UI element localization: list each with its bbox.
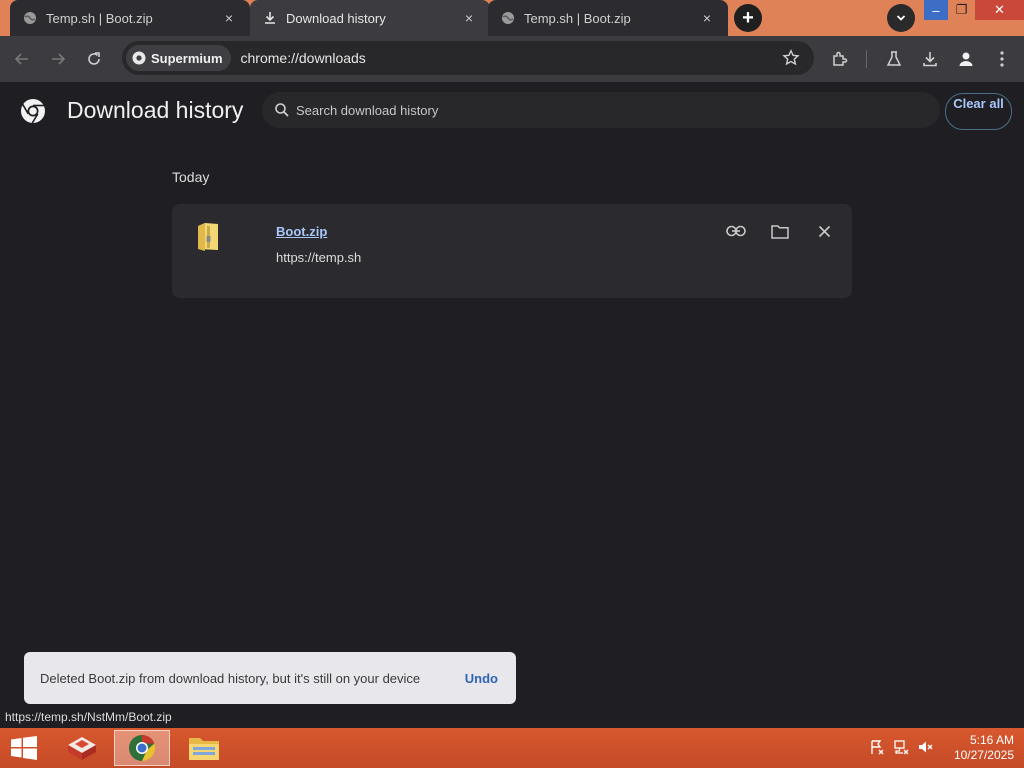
globe-icon (22, 10, 38, 26)
url-text[interactable]: chrome://downloads (241, 50, 366, 66)
system-tray (868, 738, 934, 756)
zip-folder-icon (198, 223, 218, 251)
labs-button[interactable] (878, 43, 910, 75)
toast-message: Deleted Boot.zip from download history, … (40, 670, 421, 686)
show-in-folder-button[interactable] (768, 220, 792, 242)
link-icon (726, 225, 746, 237)
downloads-button[interactable] (914, 43, 946, 75)
tab-temp-sh-2[interactable]: Temp.sh | Boot.zip × (488, 0, 728, 36)
start-button[interactable] (6, 732, 42, 764)
taskbar: 5:16 AM 10/27/2025 (0, 728, 1024, 768)
tab-title: Download history (286, 10, 386, 26)
tab-temp-sh-1[interactable]: Temp.sh | Boot.zip × (10, 0, 250, 36)
globe-icon (500, 10, 516, 26)
download-source-url: https://temp.sh (276, 250, 362, 265)
taskbar-app-supermium[interactable] (114, 730, 170, 766)
volume-muted-icon[interactable] (916, 738, 934, 756)
clear-all-button[interactable]: Clear all (945, 93, 1012, 130)
tab-title: Temp.sh | Boot.zip (46, 10, 153, 26)
search-placeholder: Search download history (296, 102, 439, 118)
reload-button[interactable] (78, 43, 110, 75)
profile-button[interactable] (950, 43, 982, 75)
folder-icon (771, 224, 789, 239)
download-icon (262, 10, 278, 26)
kebab-menu-icon (1000, 51, 1004, 67)
link-status-bubble: https://temp.sh/NstMm/Boot.zip (0, 709, 177, 727)
supermium-browser-icon (129, 734, 156, 762)
forward-arrow-icon (52, 53, 66, 65)
download-icon (923, 52, 937, 67)
toolbar-divider (866, 50, 867, 68)
tab-close-icon[interactable]: × (460, 9, 478, 27)
avatar-icon (959, 52, 973, 66)
maximize-button[interactable]: ❐ (949, 0, 974, 20)
tab-title: Temp.sh | Boot.zip (524, 10, 631, 26)
supermium-logo-icon (132, 51, 146, 65)
flask-icon (886, 51, 902, 66)
copy-link-button[interactable] (724, 220, 748, 242)
undo-toast: Deleted Boot.zip from download history, … (24, 652, 516, 704)
undo-button[interactable]: Undo (465, 671, 498, 686)
minimize-button[interactable]: – (924, 0, 948, 20)
windows-logo-icon (11, 736, 37, 760)
page-title: Download history (67, 97, 244, 123)
back-arrow-icon (14, 53, 28, 65)
date-heading: Today (172, 169, 210, 185)
reload-icon (88, 52, 100, 65)
address-bar[interactable]: Supermium chrome://downloads (122, 41, 814, 75)
network-icon[interactable] (892, 738, 910, 756)
file-transfer-app-icon (68, 737, 96, 760)
new-tab-button[interactable]: + (734, 4, 762, 32)
site-info-chip[interactable]: Supermium (126, 45, 231, 71)
close-window-button[interactable]: ✕ (975, 0, 1024, 20)
chrome-logo-icon (21, 99, 45, 124)
tab-strip: Temp.sh | Boot.zip × Download history × … (0, 0, 1024, 36)
tab-download-history[interactable]: Download history × (250, 0, 490, 36)
tab-close-icon[interactable]: × (220, 9, 238, 27)
remove-download-button[interactable] (812, 220, 836, 242)
puzzle-icon (833, 51, 848, 66)
taskbar-app-file-transfer[interactable] (54, 730, 110, 766)
tab-close-icon[interactable]: × (698, 9, 716, 27)
taskbar-clock[interactable]: 5:16 AM 10/27/2025 (954, 733, 1014, 763)
search-icon (275, 103, 289, 117)
close-icon (818, 225, 830, 237)
download-item-card: Boot.zip https://temp.sh (172, 204, 852, 298)
clock-date: 10/27/2025 (953, 748, 1014, 762)
back-button[interactable] (6, 43, 38, 75)
tab-search-button[interactable] (887, 4, 915, 32)
bookmark-star-icon[interactable] (782, 49, 800, 67)
menu-button[interactable] (986, 43, 1018, 75)
site-chip-label: Supermium (151, 50, 223, 66)
forward-button[interactable] (42, 43, 74, 75)
clock-time: 5:16 AM (969, 733, 1014, 747)
action-center-flag-icon[interactable] (868, 738, 886, 756)
search-downloads-input[interactable]: Search download history (262, 92, 940, 128)
chevron-down-icon (896, 15, 906, 21)
folder-icon (189, 738, 219, 760)
download-file-name-link[interactable]: Boot.zip (276, 224, 327, 239)
taskbar-app-file-explorer[interactable] (176, 730, 232, 766)
downloads-header: Download history Search download history… (0, 82, 1024, 140)
extensions-button[interactable] (824, 43, 856, 75)
